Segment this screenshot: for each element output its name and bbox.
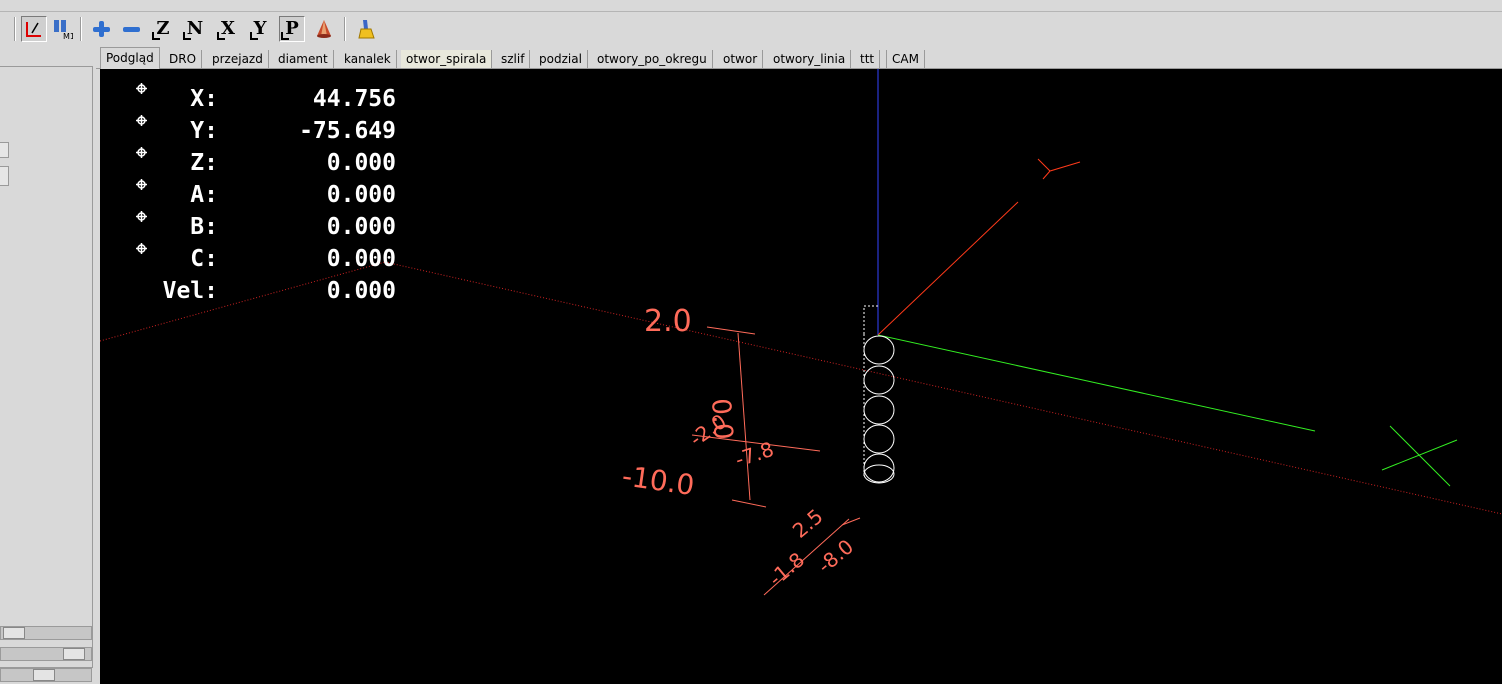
preview-viewport[interactable]: 2.0 -10.0 0.0 -2.0 -7.8 2.5 -1.8 -8.0 X:… xyxy=(100,69,1502,684)
view-z-rotated-label: N xyxy=(182,20,203,40)
homed-icon xyxy=(136,179,147,190)
m1-optional-stop-button[interactable]: M1 xyxy=(49,16,75,42)
dro-row-c: C: 0.000 xyxy=(136,243,396,275)
view-p-button[interactable]: P xyxy=(279,16,305,42)
dro-overlay: X: 44.756 Y: -75.649 Z: 0.000 A: 0.000 B… xyxy=(136,83,396,307)
y-axis-line xyxy=(877,334,1316,432)
toolbar-separator xyxy=(14,17,16,41)
dro-label: Z: xyxy=(190,150,218,176)
view-z-label: Z xyxy=(152,20,170,40)
tab-otwory-linia[interactable]: otwory_linia xyxy=(768,50,852,68)
tab-otwor-spirala[interactable]: otwor_spirala xyxy=(401,50,493,68)
y-axis-label-glyph xyxy=(1037,158,1081,180)
dimension-label: -10.0 xyxy=(620,459,696,502)
m1-label: M1 xyxy=(63,32,73,40)
tab-ttt[interactable]: ttt xyxy=(855,50,881,68)
homed-icon xyxy=(136,115,147,126)
left-frame xyxy=(0,66,93,668)
tab-otwor[interactable]: otwor xyxy=(718,50,764,68)
tab-cam[interactable]: CAM xyxy=(886,50,925,68)
dro-label: X: xyxy=(190,86,218,112)
zoom-in-button[interactable] xyxy=(88,16,114,42)
homed-icon xyxy=(136,147,147,158)
dro-row-x: X: 44.756 xyxy=(136,83,396,115)
view-y-button[interactable]: Y xyxy=(247,16,273,42)
tab-podzial[interactable]: podzial xyxy=(534,50,588,68)
dro-value: 0.000 xyxy=(326,182,396,208)
left-control[interactable] xyxy=(0,166,9,186)
dimension-label: 2.0 xyxy=(644,304,692,339)
dro-row-z: Z: 0.000 xyxy=(136,147,396,179)
slider-thumb[interactable] xyxy=(63,648,85,660)
left-checkbox[interactable] xyxy=(0,142,9,158)
dro-label: Vel: xyxy=(162,278,218,304)
rotate-view-button[interactable] xyxy=(311,16,337,42)
toolbar-separator xyxy=(344,17,346,41)
tab-szlif[interactable]: szlif xyxy=(496,50,531,68)
slider-thumb[interactable] xyxy=(33,669,55,681)
feed-override-slider[interactable] xyxy=(0,626,92,640)
dimension-label: -1.8 xyxy=(764,547,809,590)
partial-toolbar-button[interactable] xyxy=(0,16,6,42)
dro-value: 44.756 xyxy=(312,86,396,112)
toolpath-icon xyxy=(26,22,41,37)
dro-value: 0.000 xyxy=(326,246,396,272)
helix-toolpath xyxy=(863,335,895,484)
view-z-button[interactable]: Z xyxy=(150,16,176,42)
dro-value: 0.000 xyxy=(326,150,396,176)
dro-label: Y: xyxy=(190,118,218,144)
plus-icon xyxy=(93,21,110,37)
homed-icon xyxy=(136,211,147,222)
max-velocity-slider[interactable] xyxy=(0,668,92,682)
dro-row-b: B: 0.000 xyxy=(136,211,396,243)
m1-icon: M1 xyxy=(54,20,73,40)
slider-thumb[interactable] xyxy=(3,627,25,639)
toolpath-toggle-button[interactable] xyxy=(21,16,47,42)
tab-dro[interactable]: DRO xyxy=(164,50,203,68)
toolbar-separator xyxy=(80,17,82,41)
view-x-label: X xyxy=(217,20,235,40)
x-axis-line xyxy=(877,201,1019,336)
view-z-rotated-button[interactable]: N xyxy=(182,16,208,42)
cone-tool-icon xyxy=(317,20,331,38)
dro-value: 0.000 xyxy=(326,278,396,304)
dro-row-vel: Vel: 0.000 xyxy=(136,275,396,307)
dimension-label: -8.0 xyxy=(813,534,858,577)
tab-kanalek[interactable]: kanalek xyxy=(339,50,397,68)
dro-label: C: xyxy=(190,246,218,272)
dro-row-y: Y: -75.649 xyxy=(136,115,396,147)
toolbar: M1 Z N X Y P xyxy=(0,12,1502,46)
tab-diament[interactable]: diament xyxy=(273,50,334,68)
homed-icon xyxy=(136,83,147,94)
x-axis-label-glyph xyxy=(1381,425,1458,487)
left-panel xyxy=(0,46,96,684)
tool-entry-path xyxy=(863,305,878,334)
view-y-label: Y xyxy=(249,20,266,40)
view-p-label: P xyxy=(281,20,299,40)
tab-przejazd[interactable]: przejazd xyxy=(207,50,269,68)
brush-icon xyxy=(358,20,375,39)
menu-strip xyxy=(0,0,1502,12)
tab-otwory-po-okregu[interactable]: otwory_po_okregu xyxy=(592,50,713,68)
clear-plot-button[interactable] xyxy=(354,16,380,42)
dimension-label: -7.8 xyxy=(732,437,777,472)
dro-row-a: A: 0.000 xyxy=(136,179,396,211)
dimension-label: 2.5 xyxy=(788,504,828,543)
dro-value: -75.649 xyxy=(299,118,396,144)
view-x-button[interactable]: X xyxy=(215,16,241,42)
rapid-move-line xyxy=(384,261,1502,515)
dro-label: B: xyxy=(190,214,218,240)
dro-label: A: xyxy=(190,182,218,208)
zoom-out-button[interactable] xyxy=(118,16,144,42)
homed-icon xyxy=(136,243,147,254)
file-icon xyxy=(0,20,3,38)
dro-value: 0.000 xyxy=(326,214,396,240)
tab-podglad[interactable]: Podgląd xyxy=(100,47,160,69)
spindle-override-slider[interactable] xyxy=(0,647,92,661)
tab-bar: Podgląd DRO przejazd diament kanalek otw… xyxy=(96,46,1502,70)
minus-icon xyxy=(123,27,140,32)
